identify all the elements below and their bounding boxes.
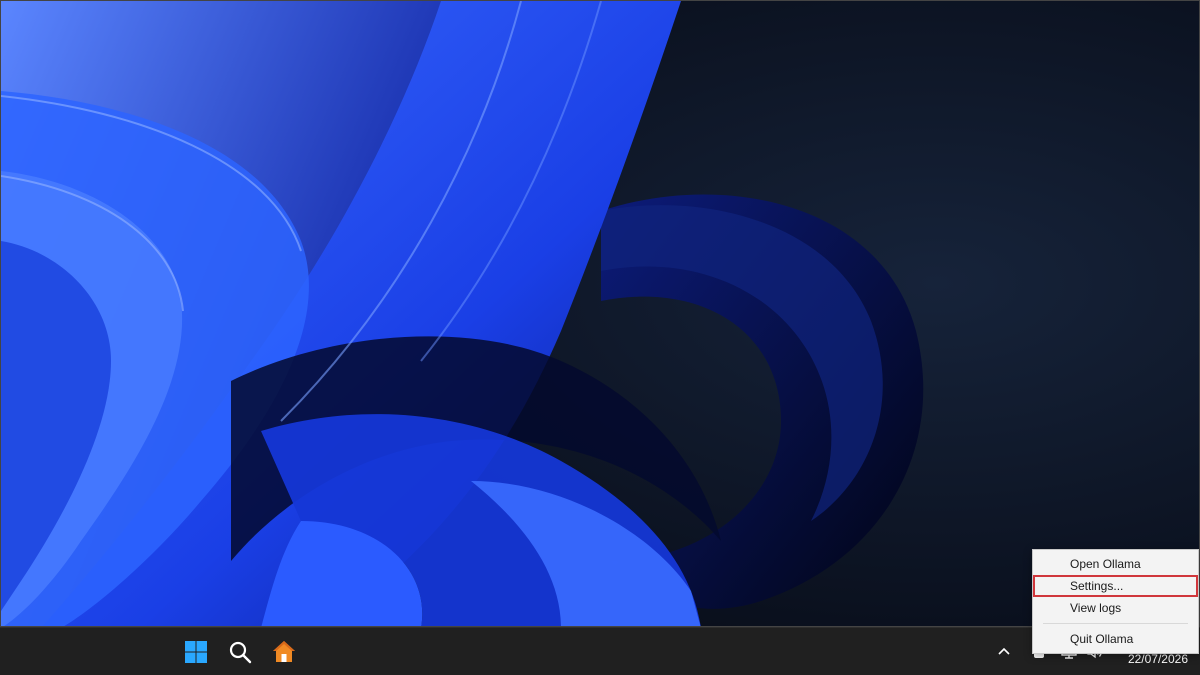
search-icon xyxy=(229,641,252,664)
bloom-wallpaper-art xyxy=(1,1,1199,626)
home-button[interactable] xyxy=(268,636,300,668)
windows-logo-icon xyxy=(185,641,207,663)
menu-item-open-ollama[interactable]: Open Ollama xyxy=(1033,553,1198,575)
desktop-wallpaper xyxy=(0,0,1200,627)
menu-item-settings[interactable]: Settings... xyxy=(1033,575,1198,597)
start-button[interactable] xyxy=(180,636,212,668)
taskbar: 22/07/2026 xyxy=(0,627,1200,675)
menu-item-view-logs[interactable]: View logs xyxy=(1033,597,1198,619)
chevron-up-icon xyxy=(998,647,1010,655)
search-button[interactable] xyxy=(224,636,256,668)
menu-item-quit-ollama[interactable]: Quit Ollama xyxy=(1033,628,1198,650)
home-icon xyxy=(273,641,295,662)
show-hidden-icons-button[interactable] xyxy=(990,638,1018,666)
menu-separator xyxy=(1043,623,1188,624)
ollama-tray-context-menu: Open Ollama Settings... View logs Quit O… xyxy=(1032,549,1199,654)
